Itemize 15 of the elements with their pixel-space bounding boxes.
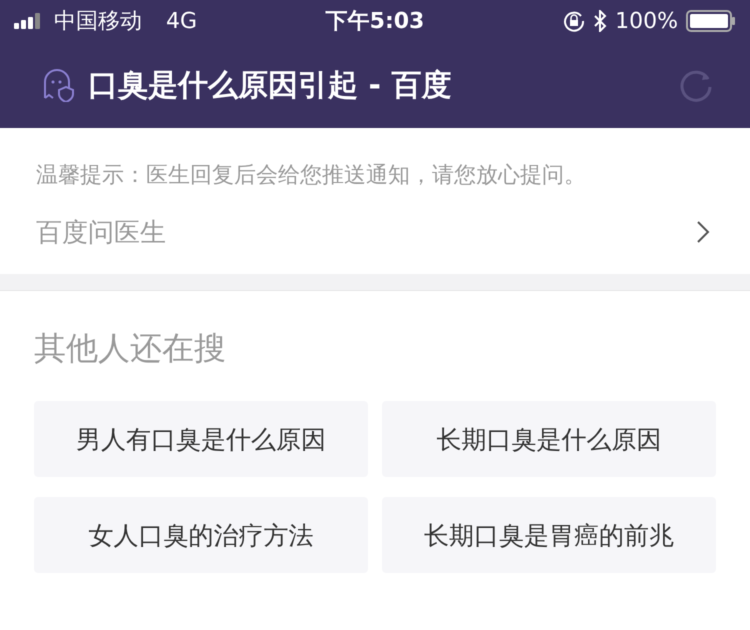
search-suggestion[interactable]: 长期口臭是胃癌的前兆 — [382, 497, 716, 573]
search-suggestion[interactable]: 男人有口臭是什么原因 — [34, 401, 368, 477]
bluetooth-icon — [593, 10, 608, 32]
page-title: 口臭是什么原因引起 - 百度 — [88, 66, 452, 104]
carrier-name: 中国移动 — [54, 8, 142, 36]
section-title: 其他人还在搜 — [34, 328, 227, 369]
clock-time: 下午5:03 — [326, 9, 424, 34]
rotation-lock-icon — [563, 10, 586, 32]
search-suggestion[interactable]: 女人口臭的治疗方法 — [34, 497, 368, 573]
search-suggestion[interactable]: 长期口臭是什么原因 — [382, 401, 716, 477]
network-type: 4G — [166, 8, 198, 34]
battery-percent: 100% — [615, 8, 678, 34]
notice-hint: 温馨提示：医生回复后会给您推送通知，请您放心提问。 — [35, 162, 587, 190]
battery-icon — [686, 10, 736, 32]
chevron-right-icon — [696, 220, 710, 244]
